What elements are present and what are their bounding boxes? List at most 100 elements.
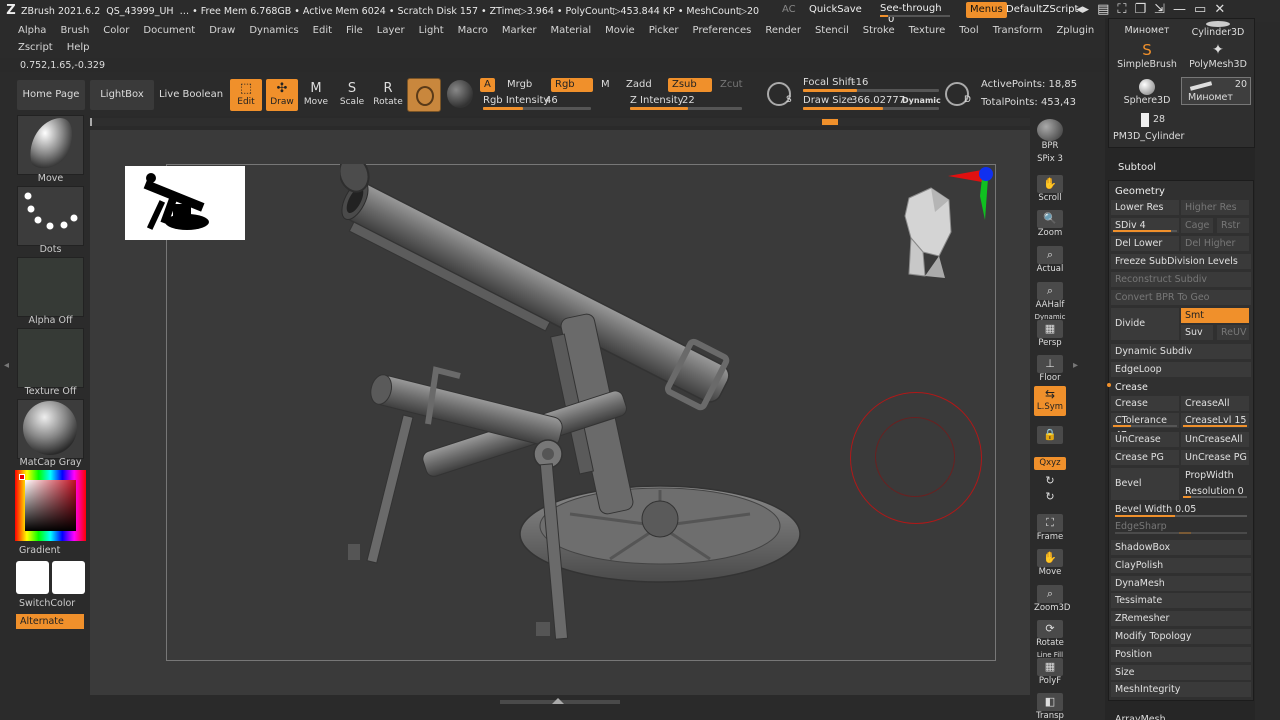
crease-all-button[interactable]: CreaseAll xyxy=(1181,396,1249,411)
bevel-width-slider[interactable]: Bevel Width 0.05 xyxy=(1111,502,1251,517)
menu-macro[interactable]: Macro xyxy=(458,25,488,36)
bpr-button[interactable]: BPR xyxy=(1034,119,1066,151)
layout-icon[interactable]: ▤ xyxy=(1097,2,1109,17)
tool-mortar-active-thumb[interactable]: 20 Миномет xyxy=(1181,77,1251,105)
material-thumbnail[interactable] xyxy=(17,399,84,459)
menu-preferences[interactable]: Preferences xyxy=(693,25,752,36)
zoom-button[interactable]: 🔍 Zoom xyxy=(1034,210,1066,238)
sdiv-slider[interactable]: SDiv 4 xyxy=(1111,218,1179,233)
stroke-thumbnail[interactable] xyxy=(17,186,84,246)
ctolerance-slider[interactable]: CTolerance 47 xyxy=(1111,413,1179,441)
color-picker[interactable] xyxy=(15,470,86,541)
transp-button[interactable]: ◧ Transp xyxy=(1034,693,1066,720)
lsym-button[interactable]: ⇆ L.Sym xyxy=(1034,386,1066,416)
texture-thumbnail[interactable] xyxy=(17,328,84,388)
crease-button[interactable]: Crease xyxy=(1111,396,1179,411)
divide-button[interactable]: Divide xyxy=(1111,308,1179,340)
shadowbox-section[interactable]: ShadowBox xyxy=(1111,540,1251,555)
quicksave-button[interactable]: QuickSave xyxy=(809,4,862,15)
persp-button[interactable]: ▦ Persp xyxy=(1034,320,1066,348)
geometry-header[interactable]: Geometry xyxy=(1111,184,1251,199)
close-icon[interactable]: ✕ xyxy=(1214,2,1225,17)
gradient-label[interactable]: Gradient xyxy=(19,545,60,556)
propwidth-toggle[interactable]: PropWidth xyxy=(1181,468,1249,483)
draw-button[interactable]: ✣ Draw xyxy=(266,79,298,111)
rotate-y-icon[interactable]: ↻ xyxy=(1034,474,1066,487)
uncrease-button[interactable]: UnCrease xyxy=(1111,432,1179,447)
dynamesh-section[interactable]: DynaMesh xyxy=(1111,575,1251,591)
del-lower-button[interactable]: Del Lower xyxy=(1111,236,1179,251)
menu-layer[interactable]: Layer xyxy=(377,25,405,36)
a-toggle[interactable]: A xyxy=(480,78,495,92)
tool-sphere3d-thumb[interactable]: Sphere3D xyxy=(1115,79,1179,106)
brush-sphere-icon[interactable] xyxy=(447,80,473,108)
mrgb-toggle[interactable]: Mrgb xyxy=(503,78,536,92)
zsub-toggle[interactable]: Zsub xyxy=(668,78,712,92)
size-section[interactable]: Size xyxy=(1111,664,1251,680)
tool-simplebrush-thumb[interactable]: S SimpleBrush xyxy=(1115,41,1179,70)
menu-draw[interactable]: Draw xyxy=(209,25,235,36)
menu-movie[interactable]: Movie xyxy=(605,25,635,36)
arrows-icon[interactable]: ◂▸ xyxy=(1076,2,1089,17)
menu-material[interactable]: Material xyxy=(550,25,591,36)
position-section[interactable]: Position xyxy=(1111,646,1251,662)
menu-help[interactable]: Help xyxy=(67,42,90,53)
menu-transform[interactable]: Transform xyxy=(993,25,1043,36)
polyf-button[interactable]: ▦ PolyF xyxy=(1034,658,1066,686)
move-button[interactable]: M Move xyxy=(300,79,332,111)
seethrough-slider[interactable]: See-through 0 xyxy=(880,3,958,25)
tool-mortar-thumb[interactable]: Миномет xyxy=(1115,25,1179,36)
crease-pg-button[interactable]: Crease PG xyxy=(1111,450,1179,465)
zoom3d-button[interactable]: ⌕ Zoom3D xyxy=(1034,585,1070,613)
fullscreen-icon[interactable]: ⛶ xyxy=(1117,2,1126,17)
rotate-button[interactable]: R Rotate xyxy=(372,79,404,111)
color-square[interactable] xyxy=(25,480,76,531)
del-higher-button[interactable]: Del Higher xyxy=(1181,236,1249,251)
arraymesh-section[interactable]: ArrayMesh xyxy=(1111,712,1251,720)
menu-tool[interactable]: Tool xyxy=(959,25,978,36)
timeline-track[interactable] xyxy=(90,118,1100,126)
zremesher-section[interactable]: ZRemesher xyxy=(1111,611,1251,627)
lightbox-button[interactable]: LightBox xyxy=(90,80,154,110)
home-page-button[interactable]: Home Page xyxy=(17,80,85,110)
tool-polymesh3d-thumb[interactable]: ✦ PolyMesh3D xyxy=(1185,41,1251,70)
default-zscript[interactable]: DefaultZScript xyxy=(1006,4,1078,15)
menu-zscript[interactable]: Zscript xyxy=(18,42,53,53)
suv-toggle[interactable]: Suv xyxy=(1181,325,1213,340)
secondary-color-swatch[interactable] xyxy=(52,561,85,594)
subtool-header[interactable]: Subtool xyxy=(1118,162,1156,173)
main-color-swatch[interactable] xyxy=(16,561,49,594)
bevel-button[interactable]: Bevel xyxy=(1111,468,1179,500)
floor-button[interactable]: ⊥ Floor xyxy=(1034,355,1066,383)
mortar-model[interactable] xyxy=(340,164,840,644)
canvas-resize-handle[interactable] xyxy=(500,698,620,706)
menu-brush[interactable]: Brush xyxy=(60,25,89,36)
edgeloop-section[interactable]: EdgeLoop xyxy=(1111,362,1251,377)
restore-icon[interactable]: ❐ xyxy=(1134,2,1146,17)
rstr-button[interactable]: Rstr xyxy=(1217,218,1249,233)
brush-thumbnail[interactable] xyxy=(17,115,84,175)
modify-topology-section[interactable]: Modify Topology xyxy=(1111,629,1251,644)
scale-button[interactable]: S Scale xyxy=(336,79,368,111)
dynamic-subdiv-section[interactable]: Dynamic Subdiv xyxy=(1111,344,1251,359)
menu-texture[interactable]: Texture xyxy=(909,25,946,36)
xyz-button[interactable]: Qxyz xyxy=(1034,457,1066,470)
menu-stroke[interactable]: Stroke xyxy=(863,25,895,36)
menu-zplugin[interactable]: Zplugin xyxy=(1056,25,1094,36)
minimize-icon[interactable]: — xyxy=(1173,2,1186,17)
switch-color-button[interactable]: SwitchColor xyxy=(19,598,75,609)
edit-button[interactable]: ⬚ Edit xyxy=(230,79,262,111)
menu-render[interactable]: Render xyxy=(765,25,801,36)
rotate-z-icon[interactable]: ↻ xyxy=(1034,490,1066,503)
ac-label[interactable]: AC xyxy=(782,4,796,15)
rotate-view-button[interactable]: ⟳ Rotate xyxy=(1034,620,1066,648)
menu-dynamics[interactable]: Dynamics xyxy=(249,25,298,36)
menu-file[interactable]: File xyxy=(346,25,363,36)
rgb-toggle[interactable]: Rgb xyxy=(551,78,593,92)
lock-button[interactable]: 🔒 xyxy=(1034,426,1066,444)
lower-res-button[interactable]: Lower Res xyxy=(1111,200,1179,215)
claypolish-section[interactable]: ClayPolish xyxy=(1111,557,1251,573)
menu-marker[interactable]: Marker xyxy=(502,25,537,36)
spix-slider[interactable]: SPix 3 xyxy=(1034,154,1066,164)
head-navigator[interactable] xyxy=(895,186,965,286)
